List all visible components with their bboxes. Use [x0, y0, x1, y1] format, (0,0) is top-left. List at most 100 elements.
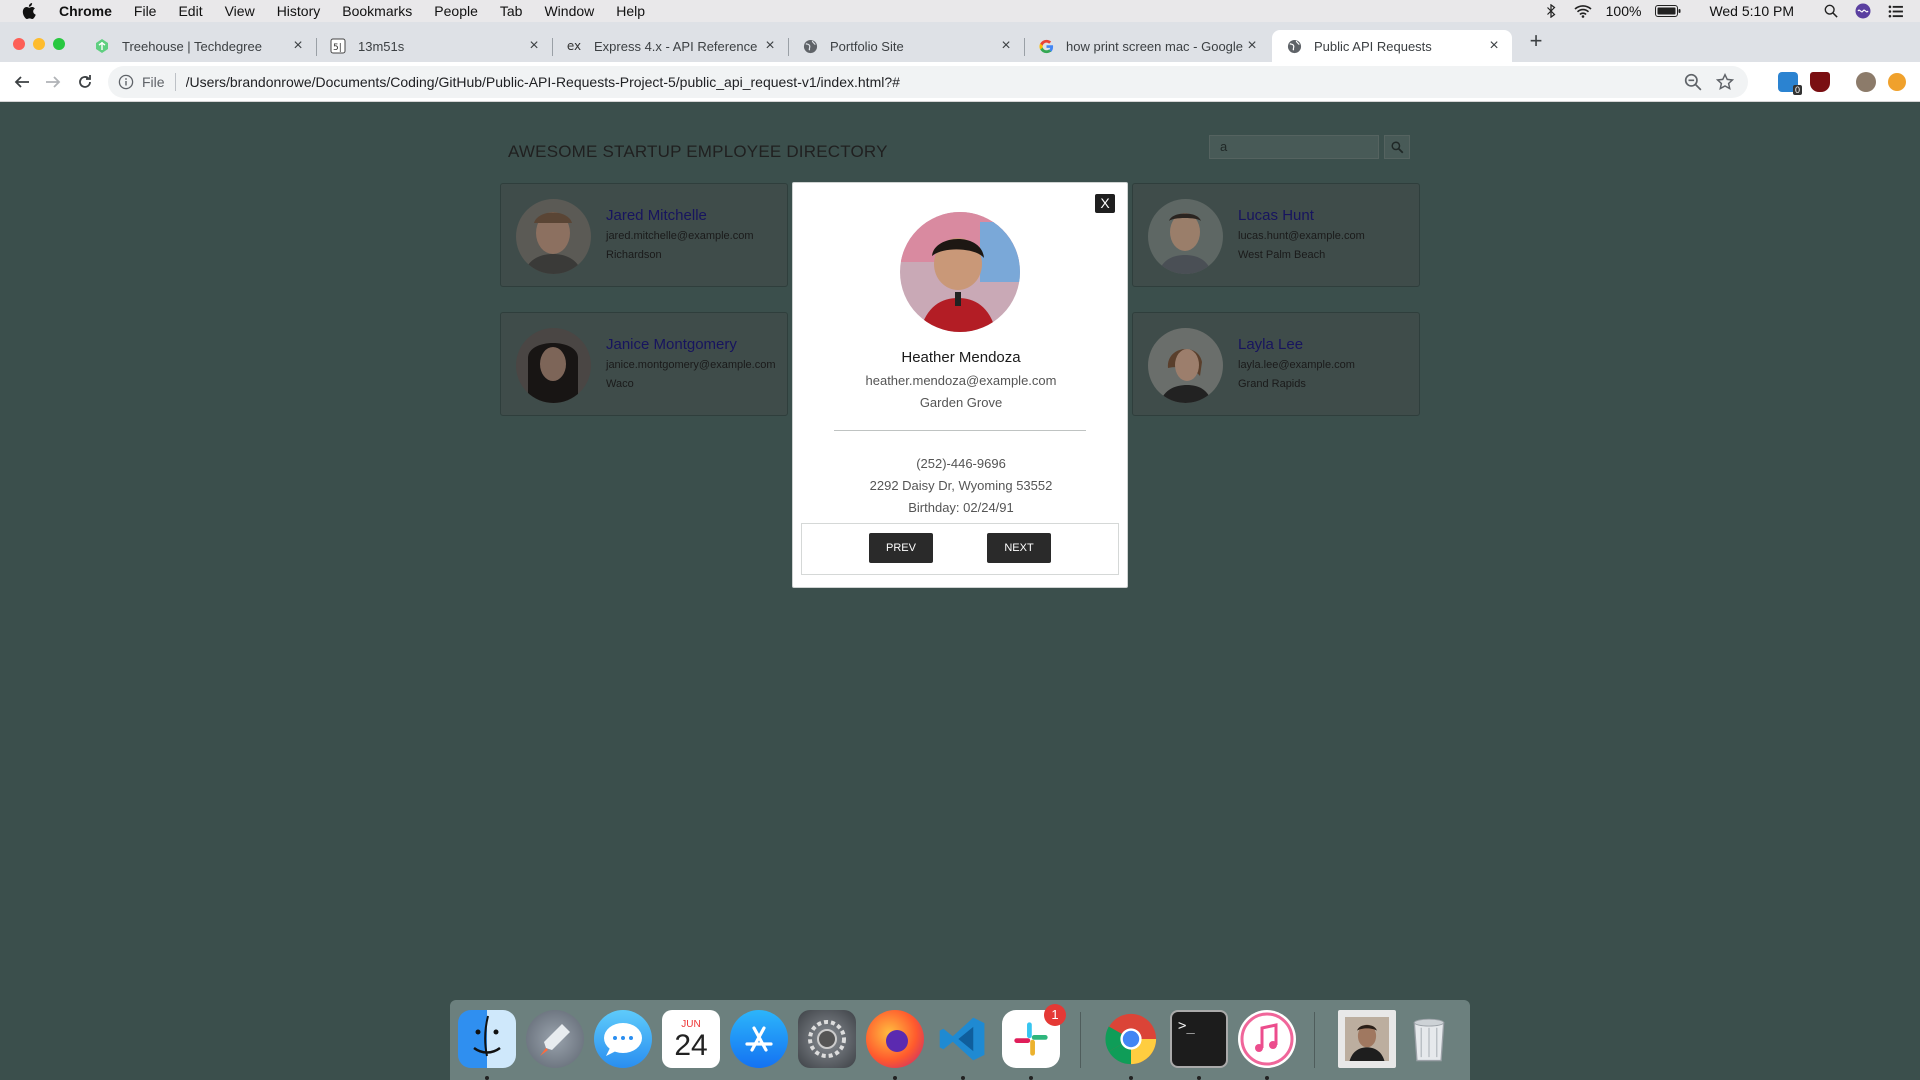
modal-address: 2292 Daisy Dr, Wyoming 53552: [869, 478, 1053, 493]
search-button[interactable]: [1384, 135, 1410, 159]
window-close-button[interactable]: [13, 38, 25, 50]
tab-title: Express 4.x - API Reference: [594, 38, 758, 54]
menu-help[interactable]: Help: [605, 0, 656, 22]
extension-icon[interactable]: 0: [1778, 72, 1802, 95]
menu-app-chrome[interactable]: Chrome: [48, 0, 123, 22]
tab-express[interactable]: ex Express 4.x - API Reference ×: [552, 30, 789, 62]
search-icon: [1390, 140, 1403, 153]
battery-icon[interactable]: [1655, 3, 1681, 19]
tab-portfolio[interactable]: Portfolio Site ×: [788, 30, 1025, 62]
google-icon: [1038, 38, 1054, 54]
employee-card[interactable]: Jared Mitchelle jared.mitchelle@example.…: [500, 183, 788, 287]
reload-button[interactable]: [73, 70, 97, 94]
prev-button[interactable]: PREV: [869, 533, 933, 563]
menu-tab[interactable]: Tab: [489, 0, 534, 22]
finder-icon[interactable]: [458, 1010, 516, 1068]
menu-bookmarks[interactable]: Bookmarks: [331, 0, 423, 22]
employee-card[interactable]: Layla Lee layla.lee@example.com Grand Ra…: [1132, 312, 1420, 416]
page-title: AWESOME STARTUP EMPLOYEE DIRECTORY: [508, 142, 888, 161]
launchpad-icon[interactable]: [526, 1010, 584, 1068]
extension-badge: 0: [1792, 85, 1802, 95]
running-indicator: [1029, 1076, 1033, 1080]
menu-window[interactable]: Window: [533, 0, 605, 22]
photo-icon[interactable]: [1338, 1010, 1396, 1068]
clock[interactable]: Wed 5:10 PM: [1709, 3, 1794, 19]
express-icon: ex: [566, 39, 582, 53]
employee-city: Waco: [606, 378, 634, 390]
info-icon[interactable]: [118, 74, 134, 90]
tab-close-icon[interactable]: ×: [290, 38, 306, 54]
globe-icon: [802, 38, 818, 54]
notification-center-icon[interactable]: [1886, 3, 1904, 19]
siri-icon[interactable]: [1854, 3, 1872, 19]
employee-email: layla.lee@example.com: [1238, 359, 1355, 371]
modal-birthday: Birthday: 02/24/91: [908, 500, 1014, 515]
tab-close-icon[interactable]: ×: [1244, 38, 1260, 54]
menu-edit[interactable]: Edit: [167, 0, 213, 22]
tab-treehouse[interactable]: Treehouse | Techdegree ×: [80, 30, 317, 62]
employee-card[interactable]: Lucas Hunt lucas.hunt@example.com West P…: [1132, 183, 1420, 287]
tab-google-search[interactable]: how print screen mac - Google ×: [1024, 30, 1270, 62]
employee-card[interactable]: Janice Montgomery janice.montgomery@exam…: [500, 312, 788, 416]
back-button[interactable]: [10, 70, 34, 94]
menu-file[interactable]: File: [123, 0, 168, 22]
app-store-icon[interactable]: [730, 1010, 788, 1068]
employee-email: jared.mitchelle@example.com: [606, 230, 754, 242]
window-zoom-button[interactable]: [53, 38, 65, 50]
tab-close-icon[interactable]: ×: [1486, 38, 1502, 54]
svg-text:5|: 5|: [333, 43, 342, 53]
bluetooth-icon[interactable]: [1542, 3, 1560, 19]
forward-button[interactable]: [41, 70, 65, 94]
update-icon[interactable]: [1888, 73, 1906, 91]
firefox-icon[interactable]: [866, 1010, 924, 1068]
apple-menu-icon[interactable]: [18, 0, 40, 22]
search-input[interactable]: a: [1209, 135, 1379, 159]
trash-icon[interactable]: [1400, 1010, 1458, 1068]
wifi-icon[interactable]: [1574, 3, 1592, 19]
system-preferences-icon[interactable]: [798, 1010, 856, 1068]
employee-name: Jared Mitchelle: [606, 207, 707, 224]
messages-icon[interactable]: [594, 1010, 652, 1068]
calendar-icon[interactable]: JUN 24: [662, 1010, 720, 1068]
vscode-icon[interactable]: [934, 1010, 992, 1068]
bookmark-star-icon[interactable]: [1716, 73, 1734, 91]
tab-title: Portfolio Site: [830, 38, 904, 54]
avatar: [516, 328, 591, 403]
menu-people[interactable]: People: [423, 0, 489, 22]
window-minimize-button[interactable]: [33, 38, 45, 50]
chrome-icon[interactable]: [1102, 1010, 1160, 1068]
new-tab-button[interactable]: +: [1524, 29, 1548, 53]
profile-avatar[interactable]: [1856, 72, 1876, 92]
employee-city: Richardson: [606, 249, 662, 261]
modal-phone: (252)-446-9696: [916, 456, 1006, 471]
tab-public-api-requests[interactable]: Public API Requests ×: [1272, 30, 1512, 62]
tab-stopwatch[interactable]: 5| 13m51s ×: [316, 30, 553, 62]
dock-separator: [1080, 1012, 1081, 1068]
stopwatch-icon: 5|: [330, 38, 346, 54]
slack-icon[interactable]: 1: [1002, 1004, 1066, 1068]
spotlight-search-icon[interactable]: [1822, 3, 1840, 19]
terminal-icon[interactable]: >_: [1170, 1010, 1228, 1068]
calendar-day: 24: [674, 1028, 708, 1062]
tab-close-icon[interactable]: ×: [762, 38, 778, 54]
modal-name: Heather Mendoza: [901, 349, 1021, 366]
url-divider: [174, 73, 176, 91]
zoom-icon[interactable]: [1684, 73, 1702, 91]
menu-history[interactable]: History: [266, 0, 332, 22]
modal-city: Garden Grove: [919, 395, 1003, 410]
url-text[interactable]: /Users/brandonrowe/Documents/Coding/GitH…: [186, 74, 1684, 90]
employee-name: Janice Montgomery: [606, 336, 737, 353]
tab-title: how print screen mac - Google: [1066, 38, 1244, 54]
modal-close-button[interactable]: X: [1095, 194, 1115, 213]
terminal-prompt: >_: [1178, 1018, 1195, 1034]
running-indicator: [1197, 1076, 1201, 1080]
tab-close-icon[interactable]: ×: [998, 38, 1014, 54]
tab-close-icon[interactable]: ×: [526, 38, 542, 54]
address-bar[interactable]: File /Users/brandonrowe/Documents/Coding…: [108, 66, 1748, 98]
itunes-icon[interactable]: [1238, 1010, 1296, 1068]
ublock-icon[interactable]: [1810, 72, 1830, 92]
menu-view[interactable]: View: [214, 0, 266, 22]
menu-bar: Chrome File Edit View History Bookmarks …: [0, 0, 1920, 22]
modal-avatar: [900, 212, 1020, 332]
next-button[interactable]: NEXT: [987, 533, 1051, 563]
